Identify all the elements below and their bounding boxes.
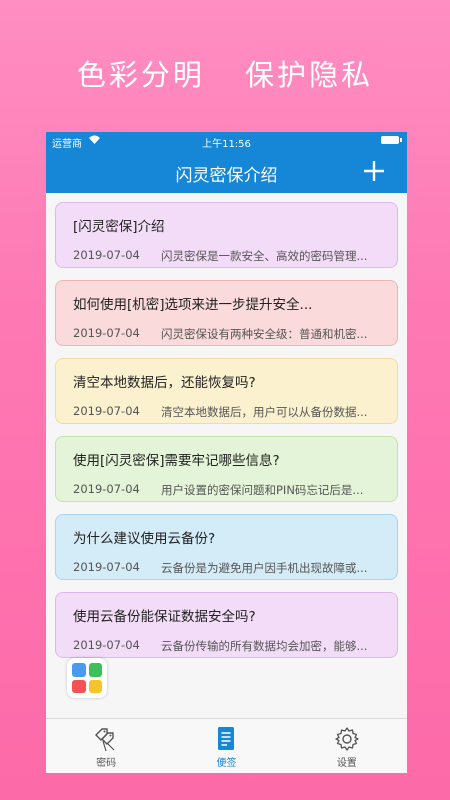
note-title: 使用云备份能保证数据安全吗? [73, 609, 256, 625]
note-summary: 云备份传输的所有数据均会加密，能够... [161, 639, 368, 653]
note-summary: 云备份是为避免用户因手机出现故障或... [161, 561, 368, 575]
note-summary: 闪灵密保是一款安全、高效的密码管理... [161, 249, 368, 263]
plus-icon[interactable] [363, 153, 385, 190]
tab-label: 设置 [336, 758, 357, 769]
gear-icon [335, 727, 359, 751]
promo-text-right: 保护隐私 [245, 58, 374, 92]
note-summary: 闪灵密保设有两种安全级：普通和机密... [161, 327, 368, 341]
tab-label: 便签 [216, 758, 237, 769]
note-date: 2019-07-04 [73, 638, 140, 652]
note-card[interactable]: 使用[闪灵密保]需要牢记哪些信息? 2019-07-04 用户设置的密保问题和PI… [55, 436, 398, 502]
page-title: 闪灵密保介绍 [175, 166, 278, 186]
note-title: 使用[闪灵密保]需要牢记哪些信息? [73, 453, 280, 469]
tab-settings[interactable]: 设置 [287, 719, 407, 773]
phone-screen: 运营商 上午11:56 闪灵密保介绍 [闪灵密保]介绍 2019-07-04 闪灵… [46, 132, 407, 773]
note-date: 2019-07-04 [73, 248, 140, 262]
tab-passwords[interactable]: 密码 [46, 719, 166, 773]
note-card[interactable]: 使用云备份能保证数据安全吗? 2019-07-04 云备份传输的所有数据均会加密，… [55, 592, 398, 658]
tab-label: 密码 [96, 758, 117, 769]
grid-tile-red [72, 679, 86, 693]
note-date: 2019-07-04 [73, 404, 140, 418]
tab-bar: 密码 便签 设置 [46, 718, 407, 773]
note-card[interactable]: 如何使用[机密]选项来进一步提升安全... 2019-07-04 闪灵密保设有两种… [55, 280, 398, 346]
tags-icon [95, 728, 115, 752]
notes-list: [闪灵密保]介绍 2019-07-04 闪灵密保是一款安全、高效的密码管理... … [46, 193, 407, 658]
note-summary: 清空本地数据后，用户可以从备份数据... [161, 405, 368, 419]
status-bar: 运营商 上午11:56 [46, 132, 407, 150]
battery-icon [381, 136, 402, 144]
note-date: 2019-07-04 [73, 560, 140, 574]
note-title: 为什么建议使用云备份? [73, 531, 216, 547]
note-title: 如何使用[机密]选项来进一步提升安全... [73, 297, 313, 313]
note-title: 清空本地数据后，还能恢复吗? [73, 375, 256, 391]
nav-bar: 闪灵密保介绍 [46, 150, 407, 193]
promo-headline: 色彩分明 保护隐私 [0, 52, 450, 94]
note-title: [闪灵密保]介绍 [73, 219, 165, 235]
tab-notes[interactable]: 便签 [166, 719, 286, 773]
grid-tile-blue [72, 663, 86, 677]
note-date: 2019-07-04 [73, 482, 140, 496]
promo-text-left: 色彩分明 [76, 58, 205, 92]
grid-tile-yellow [88, 679, 102, 693]
grid-tile-green [88, 663, 102, 677]
note-card[interactable]: 为什么建议使用云备份? 2019-07-04 云备份是为避免用户因手机出现故障或.… [55, 514, 398, 580]
status-time: 上午11:56 [202, 139, 251, 150]
note-date: 2019-07-04 [73, 326, 140, 340]
note-icon [218, 727, 235, 750]
app-grid-icon[interactable] [67, 658, 107, 698]
note-summary: 用户设置的密保问题和PIN码忘记后是... [161, 483, 364, 497]
note-card[interactable]: 清空本地数据后，还能恢复吗? 2019-07-04 清空本地数据后，用户可以从备份… [55, 358, 398, 424]
note-card[interactable]: [闪灵密保]介绍 2019-07-04 闪灵密保是一款安全、高效的密码管理... [55, 202, 398, 268]
